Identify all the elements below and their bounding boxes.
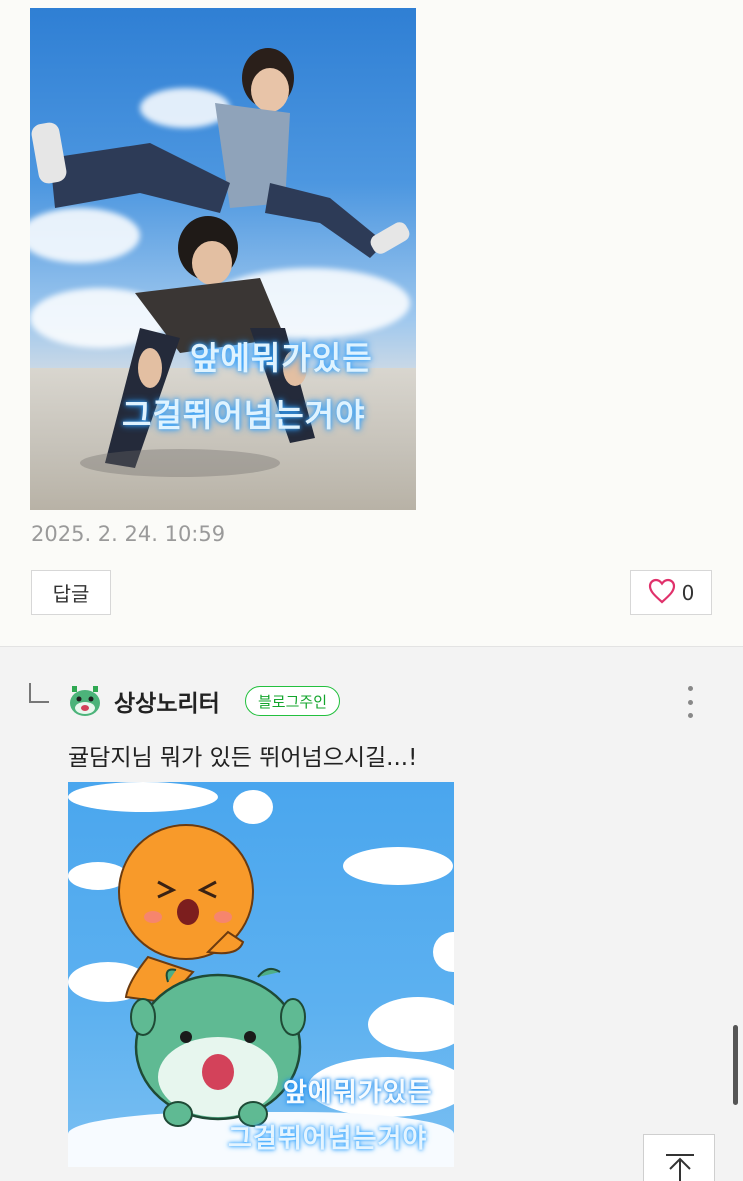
reply-text: 귤담지님 뭐가 있든 뛰어넘으시길...!: [68, 745, 418, 771]
reply-photo[interactable]: 앞에뭐가있든 그걸뛰어넘는거야: [68, 782, 454, 1167]
scroll-top-icon: [644, 1154, 716, 1181]
image-caption-line2: 그걸뛰어넘는거야: [122, 396, 366, 434]
reply-button[interactable]: 답글: [31, 570, 111, 615]
image-caption-line1: 앞에뭐가있든: [283, 1078, 433, 1108]
avatar[interactable]: [68, 684, 102, 718]
image-caption-line1: 앞에뭐가있든: [190, 339, 373, 377]
comment-item: 앞에뭐가있든 그걸뛰어넘는거야 2025. 2. 24. 10:59 답글 0: [0, 0, 743, 646]
tangerine-and-dragon-illustration: [118, 824, 306, 1127]
comment-photo[interactable]: 앞에뭐가있든 그걸뛰어넘는거야: [30, 8, 416, 510]
like-count: 0: [681, 580, 695, 605]
heart-icon: [648, 578, 676, 608]
scroll-top-button[interactable]: [643, 1134, 715, 1181]
scrollbar[interactable]: [733, 1025, 738, 1105]
blog-owner-badge: 블로그주인: [245, 686, 341, 716]
more-icon[interactable]: [680, 684, 700, 720]
image-caption-line2: 그걸뛰어넘는거야: [228, 1124, 428, 1154]
like-button[interactable]: 0: [630, 570, 712, 615]
comment-timestamp: 2025. 2. 24. 10:59: [31, 522, 226, 546]
reply-nickname[interactable]: 상상노리터: [114, 684, 220, 718]
reply-arrow-icon: [29, 683, 49, 703]
